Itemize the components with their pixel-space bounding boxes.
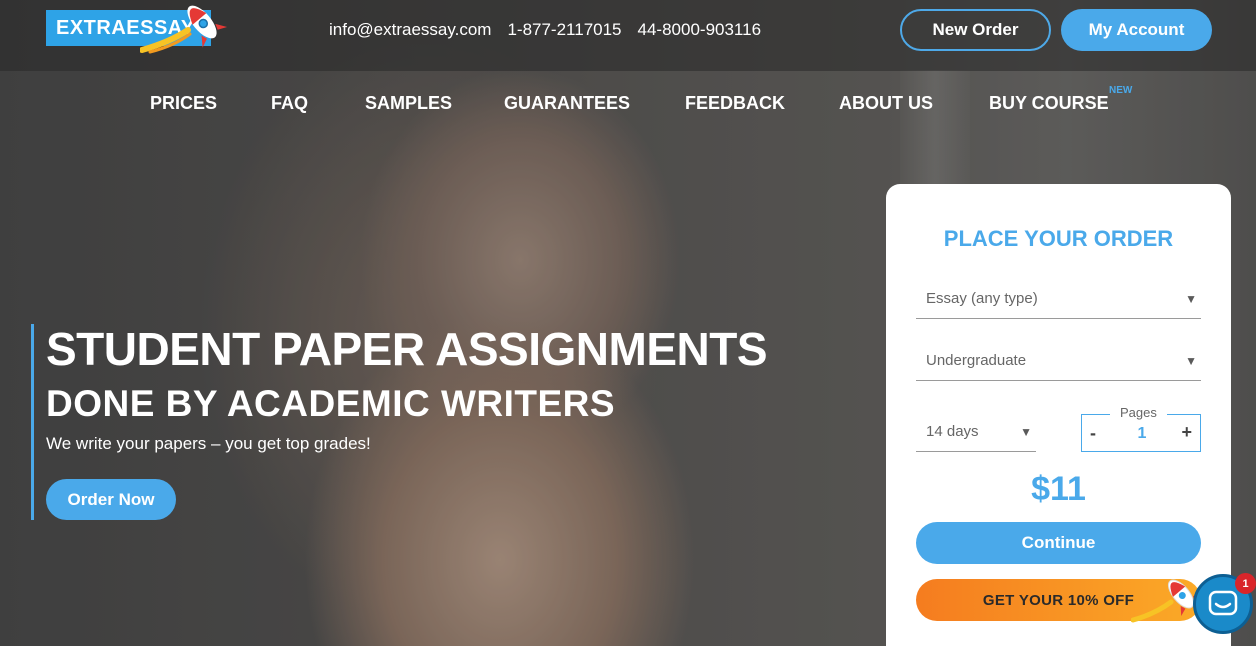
new-order-button[interactable]: New Order bbox=[900, 9, 1051, 51]
nav-item-prices[interactable]: PRICES bbox=[150, 93, 217, 114]
nav-item-buy-course[interactable]: BUY COURSE bbox=[989, 93, 1109, 114]
my-account-button[interactable]: My Account bbox=[1061, 9, 1212, 51]
academic-level-value: Undergraduate bbox=[926, 352, 1027, 369]
order-now-button[interactable]: Order Now bbox=[46, 479, 176, 520]
pages-increment-button[interactable]: + bbox=[1181, 422, 1192, 443]
headline-accent-bar bbox=[31, 324, 34, 520]
pages-value[interactable]: 1 bbox=[1132, 425, 1152, 443]
pages-label: Pages bbox=[1110, 405, 1167, 420]
contact-email[interactable]: info@extraessay.com bbox=[329, 20, 491, 40]
top-bar: EXTRAESSAY info@extraessay.com 1-877-211… bbox=[0, 0, 1256, 71]
contact-phone-uk[interactable]: 44-8000-903116 bbox=[638, 20, 762, 40]
order-form-panel: PLACE YOUR ORDER Essay (any type) ▼ Unde… bbox=[886, 184, 1231, 646]
nav-item-samples[interactable]: SAMPLES bbox=[365, 93, 452, 114]
paper-type-select[interactable]: Essay (any type) ▼ bbox=[916, 279, 1201, 319]
contact-phone-us[interactable]: 1-877-2117015 bbox=[507, 20, 621, 40]
rocket-icon bbox=[140, 5, 228, 54]
nav-item-guarantees[interactable]: GUARANTEES bbox=[504, 93, 630, 114]
deadline-value: 14 days bbox=[926, 423, 979, 440]
chevron-down-icon: ▼ bbox=[1185, 292, 1197, 306]
nav-item-about-us[interactable]: ABOUT US bbox=[839, 93, 933, 114]
deadline-select[interactable]: 14 days ▼ bbox=[916, 412, 1036, 452]
chevron-down-icon: ▼ bbox=[1020, 425, 1032, 439]
new-badge: NEW bbox=[1109, 85, 1133, 96]
pages-decrement-button[interactable]: - bbox=[1090, 423, 1096, 444]
chat-unread-badge: 1 bbox=[1235, 573, 1256, 594]
rocket-icon bbox=[1131, 579, 1201, 623]
paper-type-value: Essay (any type) bbox=[926, 290, 1038, 307]
hero-tagline: We write your papers – you get top grade… bbox=[46, 434, 371, 453]
chat-icon bbox=[1208, 590, 1238, 616]
continue-button[interactable]: Continue bbox=[916, 522, 1201, 564]
contact-info: info@extraessay.com 1-877-2117015 44-800… bbox=[329, 20, 761, 40]
nav-item-faq[interactable]: FAQ bbox=[271, 93, 308, 114]
order-price: $11 bbox=[1031, 470, 1086, 508]
main-nav: PRICES FAQ SAMPLES GUARANTEES FEEDBACK A… bbox=[0, 85, 1256, 117]
pages-stepper: Pages - 1 + bbox=[1081, 405, 1201, 452]
chevron-down-icon: ▼ bbox=[1185, 354, 1197, 368]
nav-item-feedback[interactable]: FEEDBACK bbox=[685, 93, 785, 114]
order-form-title: PLACE YOUR ORDER bbox=[943, 226, 1174, 251]
hero-subtitle: DONE BY ACADEMIC WRITERS bbox=[46, 383, 616, 424]
academic-level-select[interactable]: Undergraduate ▼ bbox=[916, 341, 1201, 381]
hero-title: STUDENT PAPER ASSIGNMENTS bbox=[46, 323, 768, 375]
